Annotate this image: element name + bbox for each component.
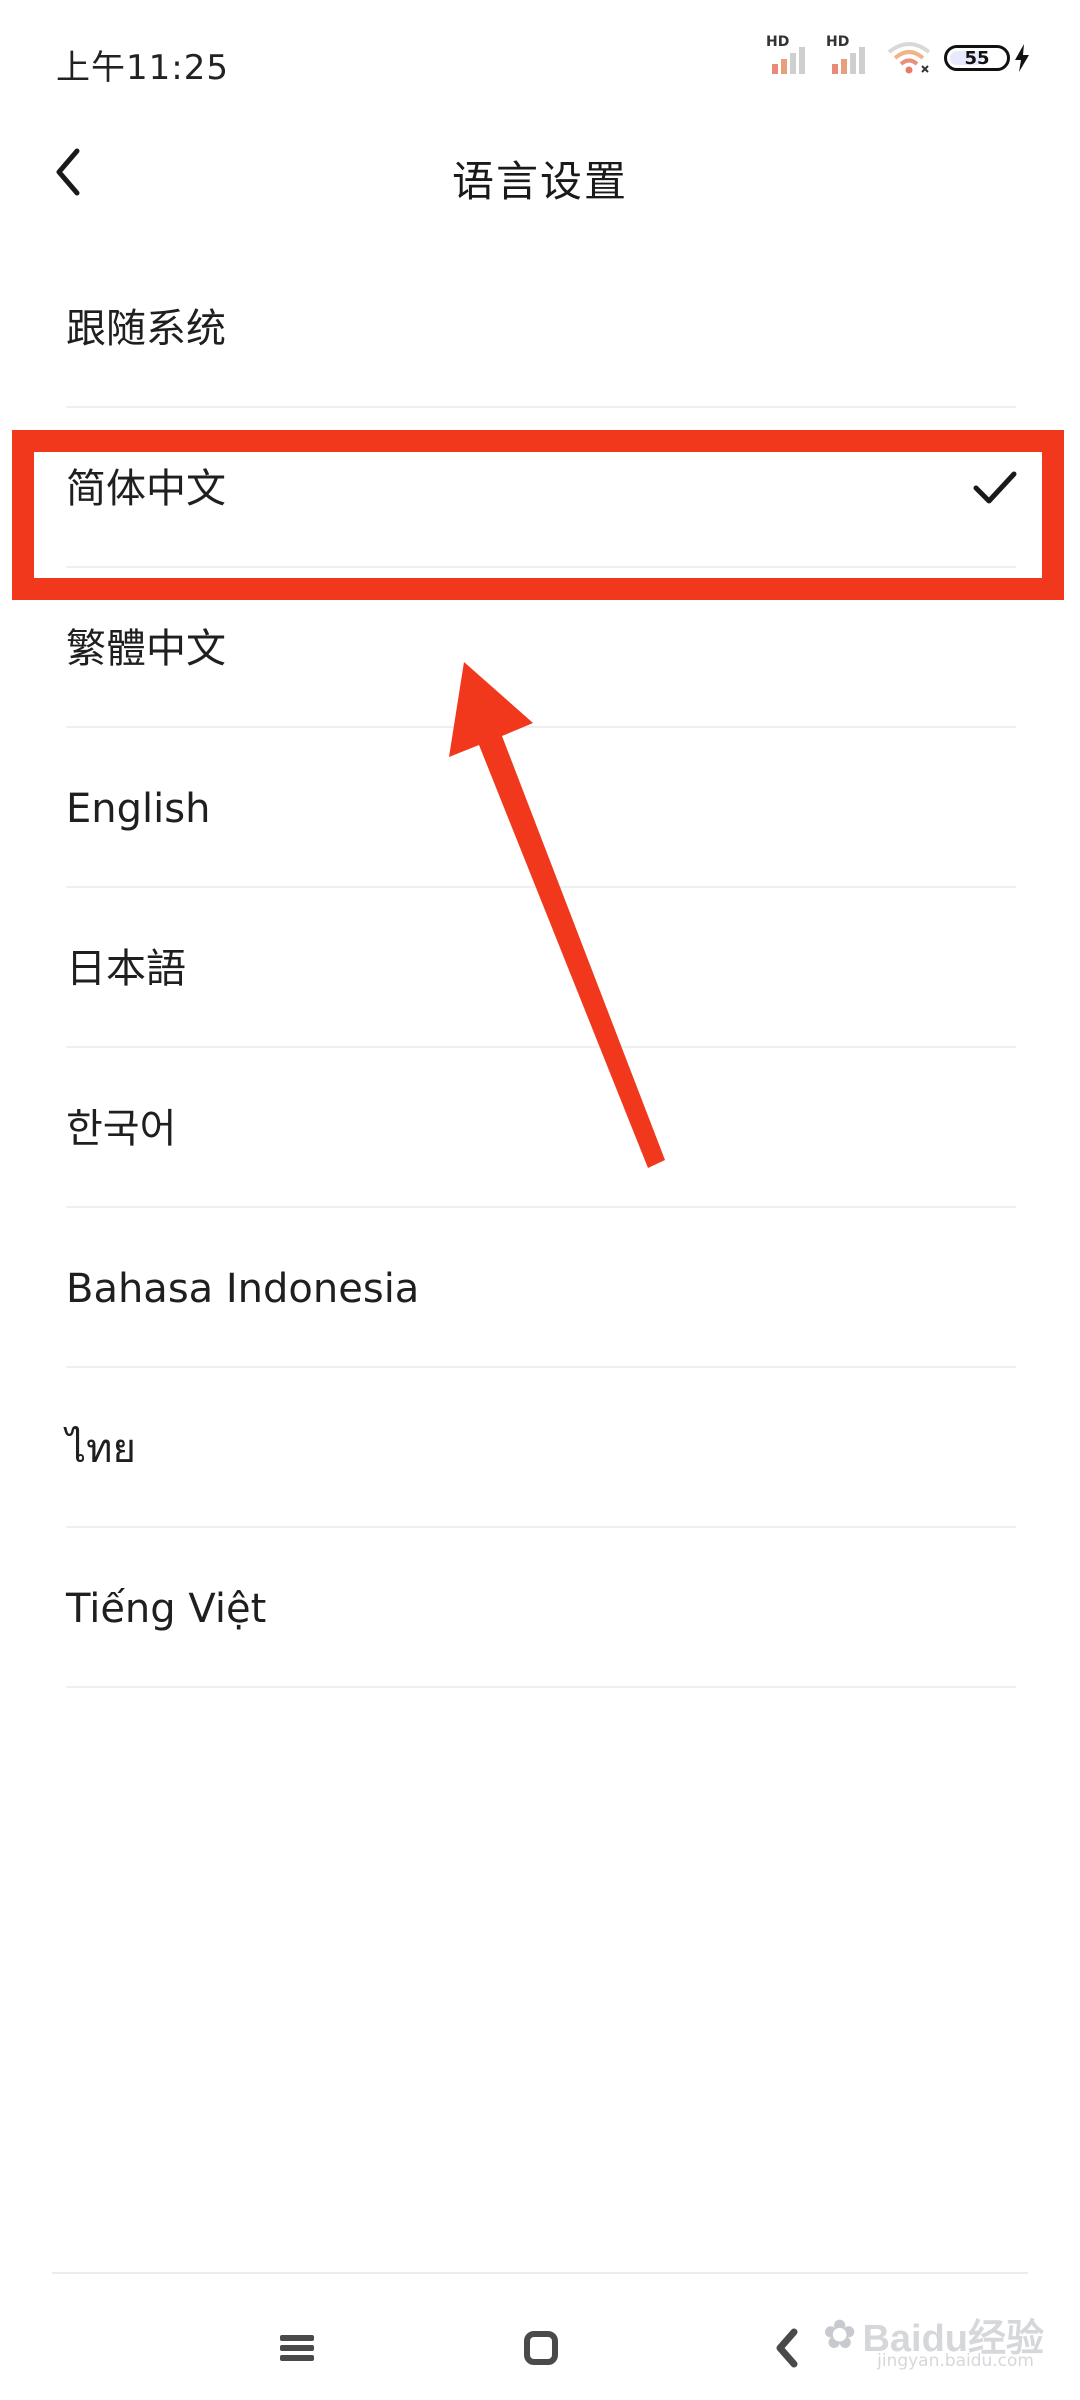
language-option[interactable]: English [0,728,1080,888]
language-option[interactable]: 日本語 [0,888,1080,1048]
menu-icon [280,2335,314,2361]
language-label: Tiếng Việt [66,1586,267,1632]
charging-bolt-icon [1015,44,1029,72]
home-icon [524,2331,558,2365]
language-option[interactable]: 跟随系统 [0,248,1080,408]
paw-logo-icon: ✿ [822,2311,857,2358]
battery-icon: 55 [944,45,1010,71]
language-label: 日本語 [66,946,186,992]
language-option-selected[interactable]: 简体中文 [0,408,1080,568]
language-label: 简体中文 [66,466,226,512]
battery-level: 55 [964,47,990,69]
battery-indicator: 55 [944,44,1030,72]
page-title: 语言设置 [451,157,628,206]
checkmark-icon [973,471,1017,504]
menu-button[interactable] [257,2308,337,2388]
back-icon [776,2328,798,2368]
language-option[interactable]: ไทย [0,1368,1080,1528]
language-label: 한국어 [66,1106,177,1152]
divider [66,1686,1016,1688]
language-label: Bahasa Indonesia [66,1266,420,1312]
language-label: ไทย [66,1426,136,1472]
signal-bars-icon: HD [766,34,814,78]
nav-divider [52,2272,1028,2274]
header: 语言设置 [0,120,1080,230]
language-label: English [66,786,211,832]
language-option[interactable]: Tiếng Việt [0,1528,1080,1688]
language-option[interactable]: 繁體中文 [0,568,1080,728]
wifi-icon [887,42,931,74]
language-option[interactable]: Bahasa Indonesia [0,1208,1080,1368]
watermark: ✿ Baidu经验 jingyan.baidu.com [822,2307,1044,2372]
language-label: 繁體中文 [66,626,226,672]
status-bar: 上午11:25 HD HD 55 [0,0,1080,120]
language-label: 跟随系统 [66,306,226,352]
language-list: 跟随系统 简体中文 繁體中文 English 日本語 한국어 Bahasa In… [0,248,1080,1688]
status-time: 上午11:25 [56,48,229,88]
language-option[interactable]: 한국어 [0,1048,1080,1208]
home-button[interactable] [501,2308,581,2388]
nav-back-button[interactable] [747,2308,827,2388]
status-icons: HD HD 55 [766,34,1030,78]
watermark-url: jingyan.baidu.com [877,2351,1034,2371]
signal-bars-icon: HD [826,34,874,78]
